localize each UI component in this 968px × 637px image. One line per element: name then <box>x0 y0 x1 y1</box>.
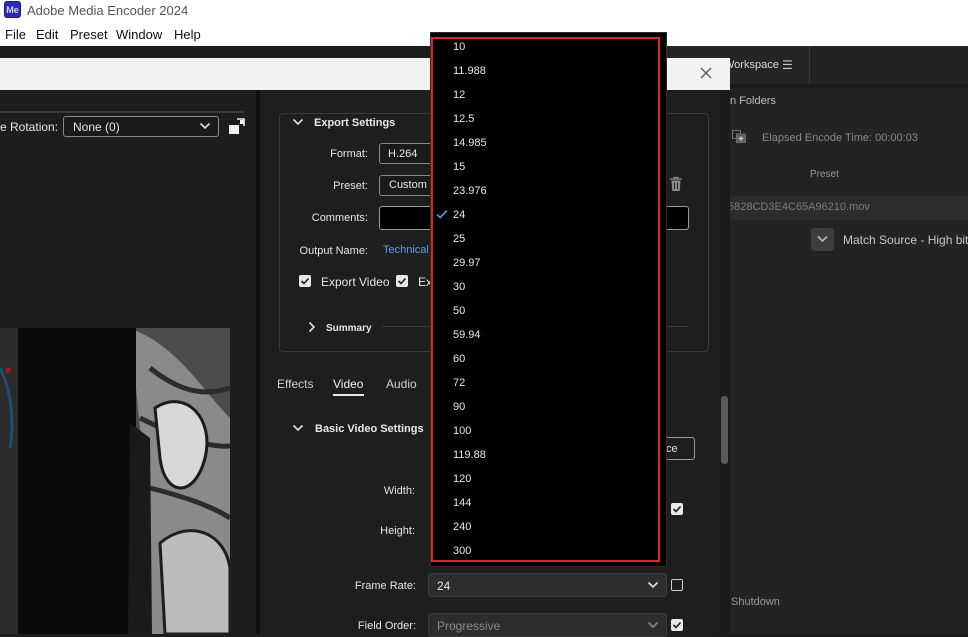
crop-icon[interactable] <box>228 117 246 135</box>
summary-label: Summary <box>326 323 372 334</box>
tab-audio[interactable]: Audio <box>386 377 417 391</box>
format-label: Format: <box>330 148 368 160</box>
field-order-checkbox[interactable] <box>671 619 683 631</box>
elapsed-encode-time: Elapsed Encode Time: 00:00:03 <box>762 132 918 144</box>
chevron-down-icon <box>647 621 659 629</box>
export-settings-title: Export Settings <box>314 117 396 129</box>
frame-rate-option[interactable]: 100 <box>453 425 471 437</box>
width-label: Width: <box>383 485 415 497</box>
panel-divider <box>0 111 244 113</box>
menu-file[interactable]: File <box>5 27 26 42</box>
frame-rate-option[interactable]: 25 <box>453 233 465 245</box>
menu-window[interactable]: Window <box>116 27 162 42</box>
menu-preset[interactable]: Preset <box>70 27 108 42</box>
watch-folders-label: n Folders <box>730 95 776 107</box>
frame-rate-option[interactable]: 50 <box>453 305 465 317</box>
rotation-value: None (0) <box>73 120 120 134</box>
panel-divider <box>730 84 968 88</box>
export-audio-checkbox[interactable] <box>396 275 408 287</box>
frame-rate-option[interactable]: 144 <box>453 497 471 509</box>
frame-rate-option[interactable]: 120 <box>453 473 471 485</box>
field-order-value: Progressive <box>437 619 501 633</box>
title-bar: Me Adobe Media Encoder 2024 <box>0 0 968 22</box>
rotation-label: e Rotation: <box>0 120 59 134</box>
checkmark-icon <box>436 209 448 219</box>
workspace-label: Workspace <box>724 59 779 71</box>
app-icon: Me <box>4 1 21 18</box>
queue-file-name: 5828CD3E4C65A96210.mov <box>728 201 870 213</box>
width-checkbox[interactable] <box>671 503 683 515</box>
shutdown-label: Shutdown <box>731 596 780 608</box>
chevron-down-icon[interactable] <box>292 424 304 432</box>
frame-rate-option[interactable]: 119.88 <box>453 449 486 461</box>
frame-rate-option[interactable]: 240 <box>453 521 471 533</box>
scrollbar-track[interactable] <box>719 90 730 634</box>
export-video-checkbox[interactable] <box>299 275 311 287</box>
frame-rate-option[interactable]: 24 <box>453 209 465 221</box>
format-value: H.264 <box>388 148 418 160</box>
preset-label: Preset: <box>333 180 368 192</box>
frame-rate-option[interactable]: 59.94 <box>453 329 481 341</box>
frame-rate-option[interactable]: 12 <box>453 89 465 101</box>
frame-rate-label: Frame Rate: <box>354 580 416 592</box>
export-video-label: Export Video <box>321 275 390 289</box>
frame-rate-option[interactable]: 90 <box>453 401 465 413</box>
preset-column-header: Preset <box>810 169 839 180</box>
window-title: Adobe Media Encoder 2024 <box>27 3 189 18</box>
scrollbar-thumb[interactable] <box>721 396 728 464</box>
frame-rate-option[interactable]: 300 <box>453 545 471 557</box>
frame-rate-option[interactable]: 15 <box>453 161 465 173</box>
comments-label: Comments: <box>311 212 368 224</box>
frame-rate-option[interactable]: 30 <box>453 281 465 293</box>
queue-preset-value[interactable]: Match Source - High bitra <box>843 233 968 247</box>
chevron-right-icon[interactable] <box>308 321 316 333</box>
frame-rate-option[interactable]: 60 <box>453 353 465 365</box>
frame-rate-option[interactable]: 72 <box>453 377 465 389</box>
frame-rate-option[interactable]: 23.976 <box>453 185 487 197</box>
chevron-down-icon <box>647 581 659 589</box>
match-source-label: ce <box>666 443 678 455</box>
chevron-down-icon <box>817 235 828 243</box>
trash-icon[interactable] <box>669 176 683 192</box>
basic-video-settings-title: Basic Video Settings <box>315 423 424 435</box>
hamburger-menu-icon[interactable]: ☰ <box>782 58 793 72</box>
frame-rate-checkbox[interactable] <box>671 579 683 591</box>
frame-rate-select[interactable] <box>428 573 667 597</box>
frame-rate-option[interactable]: 10 <box>453 41 465 53</box>
close-icon[interactable] <box>698 65 714 81</box>
output-name-label: Output Name: <box>299 245 368 257</box>
chevron-down-icon[interactable] <box>292 118 304 126</box>
tab-effects[interactable]: Effects <box>277 377 313 391</box>
preset-value: Custom <box>389 179 427 191</box>
frame-rate-value: 24 <box>437 579 451 593</box>
menu-help[interactable]: Help <box>174 27 201 42</box>
field-order-label: Field Order: <box>357 620 416 632</box>
video-preview-frame <box>0 328 230 634</box>
tab-video[interactable]: Video <box>333 377 363 391</box>
chevron-down-icon <box>199 122 211 130</box>
frame-rate-option[interactable]: 29.97 <box>453 257 481 269</box>
frame-rate-option[interactable]: 14.985 <box>453 137 487 149</box>
height-label: Height: <box>380 525 415 537</box>
frame-rate-option[interactable]: 12.5 <box>453 113 474 125</box>
output-name-link[interactable]: Technical <box>383 244 429 256</box>
frame-rate-option[interactable]: 11.988 <box>453 65 486 77</box>
menu-edit[interactable]: Edit <box>36 27 58 42</box>
active-tab-indicator <box>333 394 364 396</box>
add-item-icon[interactable] <box>732 130 746 143</box>
